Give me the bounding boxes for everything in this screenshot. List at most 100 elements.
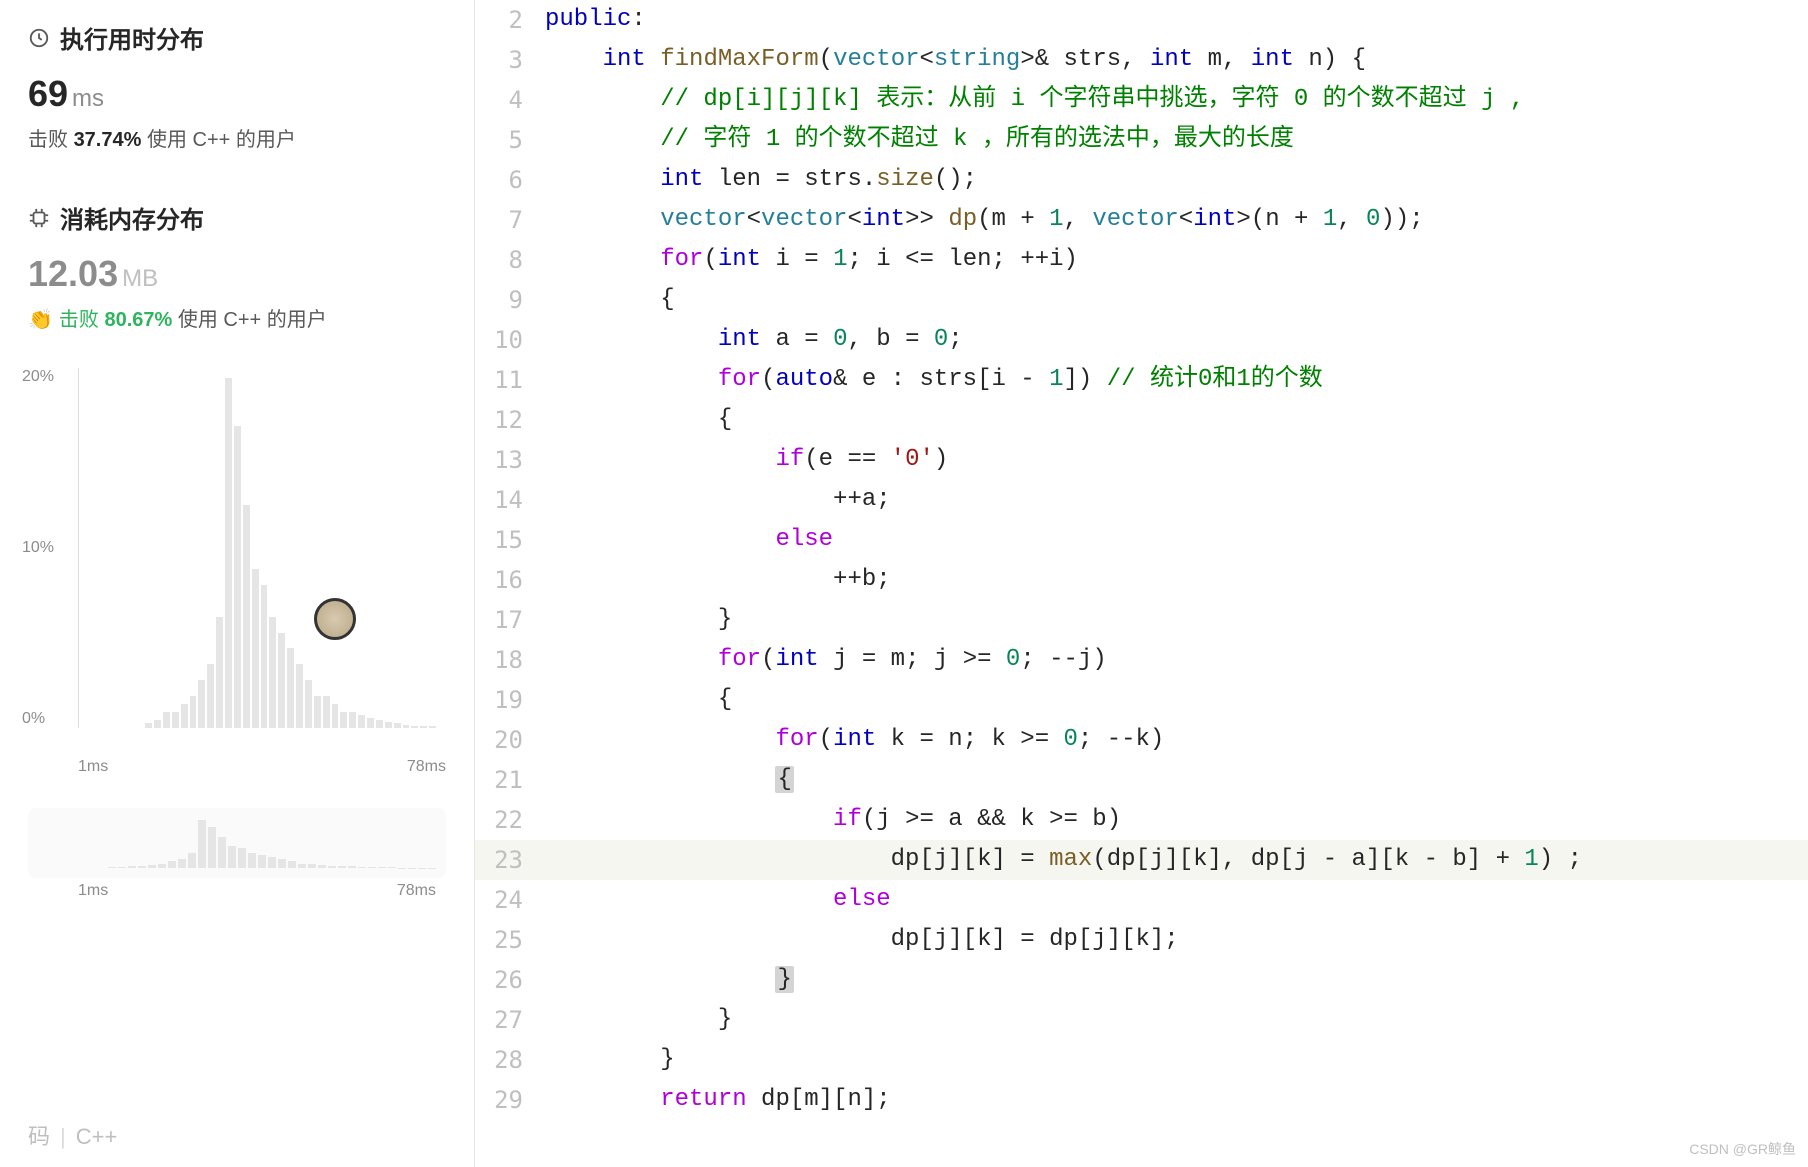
chart-bar[interactable] [269, 617, 276, 728]
footer-tab-lang[interactable]: C++ [76, 1124, 118, 1149]
code-content[interactable]: ++b; [545, 560, 891, 600]
code-line[interactable]: 19 { [475, 680, 1808, 720]
code-line[interactable]: 9 { [475, 280, 1808, 320]
chart-bar[interactable] [385, 722, 392, 728]
code-content[interactable]: else [545, 520, 833, 560]
mini-chart-bar [118, 867, 126, 868]
code-content[interactable]: } [545, 1040, 675, 1080]
runtime-mini-chart[interactable]: 1ms 78ms [28, 808, 446, 878]
code-line[interactable]: 11 for(auto& e : strs[i - 1]) // 统计0和1的个… [475, 360, 1808, 400]
code-line[interactable]: 24 else [475, 880, 1808, 920]
code-line[interactable]: 26 } [475, 960, 1808, 1000]
chart-bar[interactable] [323, 696, 330, 728]
chart-bar[interactable] [296, 664, 303, 728]
code-line[interactable]: 8 for(int i = 1; i <= len; ++i) [475, 240, 1808, 280]
chart-bar[interactable] [261, 585, 268, 728]
line-number: 9 [475, 280, 545, 320]
chart-bar[interactable] [198, 680, 205, 728]
code-content[interactable]: ++a; [545, 480, 891, 520]
chart-bar[interactable] [163, 712, 170, 728]
code-content[interactable]: { [545, 280, 675, 320]
chart-bar[interactable] [172, 712, 179, 728]
chart-bar[interactable] [394, 723, 401, 728]
chart-bar[interactable] [358, 715, 365, 728]
chart-bar[interactable] [225, 378, 232, 728]
code-line[interactable]: 14 ++a; [475, 480, 1808, 520]
code-line[interactable]: 12 { [475, 400, 1808, 440]
code-content[interactable]: { [545, 760, 794, 800]
mini-chart-bar [218, 837, 226, 868]
chart-bar[interactable] [367, 718, 374, 728]
runtime-distribution-chart[interactable]: 20% 10% 0% 1ms 78ms [28, 368, 446, 748]
code-editor[interactable]: 2public:3 int findMaxForm(vector<string>… [475, 0, 1808, 1167]
code-line[interactable]: 28 } [475, 1040, 1808, 1080]
chart-bar[interactable] [234, 426, 241, 728]
code-line[interactable]: 2public: [475, 0, 1808, 40]
chart-bar[interactable] [403, 725, 410, 728]
chart-bar[interactable] [376, 720, 383, 728]
code-content[interactable]: for(auto& e : strs[i - 1]) // 统计0和1的个数 [545, 360, 1323, 400]
code-content[interactable]: vector<vector<int>> dp(m + 1, vector<int… [545, 200, 1424, 240]
code-line[interactable]: 4 // dp[i][j][k] 表示：从前 i 个字符串中挑选，字符 0 的个… [475, 80, 1808, 120]
user-position-marker[interactable] [314, 598, 356, 640]
chart-bar[interactable] [429, 726, 436, 728]
code-line[interactable]: 7 vector<vector<int>> dp(m + 1, vector<i… [475, 200, 1808, 240]
chart-bar[interactable] [207, 664, 214, 728]
code-line[interactable]: 20 for(int k = n; k >= 0; --k) [475, 720, 1808, 760]
code-line[interactable]: 13 if(e == '0') [475, 440, 1808, 480]
code-line[interactable]: 6 int len = strs.size(); [475, 160, 1808, 200]
code-content[interactable]: { [545, 680, 732, 720]
code-content[interactable]: int a = 0, b = 0; [545, 320, 963, 360]
code-line[interactable]: 17 } [475, 600, 1808, 640]
chart-bar[interactable] [420, 726, 427, 728]
mini-chart-bar [138, 866, 146, 868]
code-content[interactable]: for(int k = n; k >= 0; --k) [545, 720, 1164, 760]
code-line[interactable]: 16 ++b; [475, 560, 1808, 600]
code-content[interactable]: // 字符 1 的个数不超过 k ，所有的选法中，最大的长度 [545, 120, 1294, 160]
code-content[interactable]: // dp[i][j][k] 表示：从前 i 个字符串中挑选，字符 0 的个数不… [545, 80, 1524, 120]
code-content[interactable]: if(j >= a && k >= b) [545, 800, 1121, 840]
code-line[interactable]: 15 else [475, 520, 1808, 560]
chart-bar[interactable] [349, 712, 356, 728]
code-content[interactable]: int findMaxForm(vector<string>& strs, in… [545, 40, 1366, 80]
chart-bar[interactable] [332, 704, 339, 728]
code-line[interactable]: 27 } [475, 1000, 1808, 1040]
code-line[interactable]: 22 if(j >= a && k >= b) [475, 800, 1808, 840]
chart-bar[interactable] [243, 505, 250, 728]
code-line[interactable]: 3 int findMaxForm(vector<string>& strs, … [475, 40, 1808, 80]
code-line[interactable]: 10 int a = 0, b = 0; [475, 320, 1808, 360]
code-line[interactable]: 21 { [475, 760, 1808, 800]
line-number: 23 [475, 840, 545, 880]
chart-bar[interactable] [340, 712, 347, 728]
code-line[interactable]: 5 // 字符 1 的个数不超过 k ，所有的选法中，最大的长度 [475, 120, 1808, 160]
code-content[interactable]: } [545, 600, 732, 640]
code-content[interactable]: { [545, 400, 732, 440]
chart-bar[interactable] [278, 633, 285, 728]
chart-bar[interactable] [154, 720, 161, 728]
chart-bar[interactable] [411, 726, 418, 728]
code-content[interactable]: return dp[m][n]; [545, 1080, 891, 1120]
code-content[interactable]: else [545, 880, 891, 920]
code-content[interactable]: dp[j][k] = dp[j][k]; [545, 920, 1179, 960]
code-line[interactable]: 25 dp[j][k] = dp[j][k]; [475, 920, 1808, 960]
code-content[interactable]: for(int j = m; j >= 0; --j) [545, 640, 1107, 680]
code-content[interactable]: public: [545, 0, 646, 40]
footer-tab-code[interactable]: 码 [28, 1124, 50, 1149]
chart-bar[interactable] [305, 680, 312, 728]
code-line[interactable]: 29 return dp[m][n]; [475, 1080, 1808, 1120]
code-line[interactable]: 18 for(int j = m; j >= 0; --j) [475, 640, 1808, 680]
chart-bar[interactable] [216, 617, 223, 728]
chart-bar[interactable] [181, 704, 188, 728]
chart-bar[interactable] [190, 696, 197, 728]
code-content[interactable]: } [545, 960, 794, 1000]
chart-bar[interactable] [252, 569, 259, 728]
chart-bar[interactable] [314, 696, 321, 728]
code-content[interactable]: if(e == '0') [545, 440, 948, 480]
code-content[interactable]: for(int i = 1; i <= len; ++i) [545, 240, 1078, 280]
code-content[interactable]: int len = strs.size(); [545, 160, 977, 200]
code-line[interactable]: 23 dp[j][k] = max(dp[j][k], dp[j - a][k … [475, 840, 1808, 880]
chart-bar[interactable] [145, 723, 152, 728]
code-content[interactable]: } [545, 1000, 732, 1040]
code-content[interactable]: dp[j][k] = max(dp[j][k], dp[j - a][k - b… [545, 840, 1582, 880]
chart-bar[interactable] [287, 648, 294, 728]
